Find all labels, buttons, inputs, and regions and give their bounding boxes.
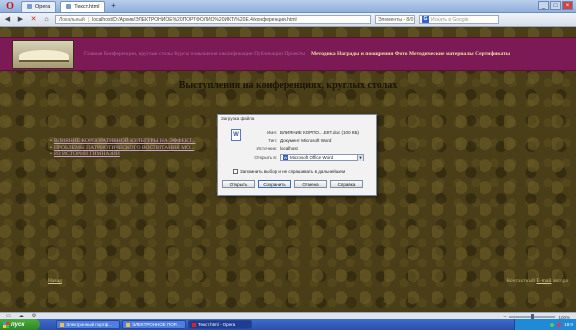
antivirus-icon[interactable] xyxy=(557,322,562,327)
speed-dial-field[interactable]: Элементы - 8/0 xyxy=(375,15,415,24)
open-with-value: Microsoft Office Word xyxy=(290,155,334,160)
nav-links-muted[interactable]: Главная Конференции, круглые столы Курсы… xyxy=(84,51,305,57)
browser-statusbar: ▭ ☁ ⚙ – 100% xyxy=(0,312,576,320)
open-with-selected: W Microsoft Office Word xyxy=(283,155,333,160)
window-controls: _ □ × xyxy=(538,1,573,10)
document-link[interactable]: ВЛИЯНИЕ КОРПОРАТИВНОЙ КУЛЬТУРЫ НА ЭФФЕКТ… xyxy=(50,138,196,145)
browser-titlebar: O Opera Текст.html + _ □ × xyxy=(0,0,576,13)
tab-opera[interactable]: Opera xyxy=(21,0,57,12)
system-tray: 19:0 xyxy=(514,319,576,330)
open-button[interactable]: Открыть xyxy=(222,180,255,188)
search-field[interactable]: G Искать в Google xyxy=(419,15,499,24)
folder-icon xyxy=(60,322,64,327)
dialog-title: Загрузка файла xyxy=(221,116,255,121)
windows-taskbar: пуск Электронный портф... ЭЛЕКТРОННОЕ ПО… xyxy=(0,319,576,330)
file-name-row: Имя: ВЛИЯНИЕ КОРПО....ЕКТ.doc (100 КБ) xyxy=(252,130,359,135)
close-icon[interactable]: × xyxy=(562,1,573,10)
remember-choice-checkbox[interactable] xyxy=(233,169,238,174)
tab-favicon-icon xyxy=(66,4,72,9)
help-button[interactable]: Справка xyxy=(330,180,363,188)
forward-icon[interactable]: ▶ xyxy=(16,15,25,24)
address-url: localhost/D:/Архив/ЭЛЕКТРОНИОЕ%20ПОРТФОЛ… xyxy=(92,16,297,23)
search-placeholder: Искать в Google xyxy=(431,16,469,23)
file-source-row: Источник: localhost xyxy=(252,146,298,151)
cancel-button[interactable]: Отмена xyxy=(294,180,327,188)
taskbar-tasks: Электронный портф... ЭЛЕКТРОННОЕ ПОР... … xyxy=(56,320,252,329)
contact-suffix: автора xyxy=(552,278,568,284)
address-separator: | xyxy=(87,16,90,23)
document-link-list: ВЛИЯНИЕ КОРПОРАТИВНОЙ КУЛЬТУРЫ НА ЭФФЕКТ… xyxy=(50,138,196,158)
site-header: Главная Конференции, круглые столы Курсы… xyxy=(0,37,576,71)
taskbar-task[interactable]: Электронный портф... xyxy=(56,320,120,329)
minimize-icon[interactable]: _ xyxy=(538,1,549,10)
site-logo xyxy=(12,40,74,69)
clock: 19:0 xyxy=(564,322,573,327)
opera-icon xyxy=(192,322,196,327)
contact-line: Контактный E-mail автора xyxy=(507,278,569,284)
stop-icon[interactable]: ✕ xyxy=(29,15,38,24)
email-link[interactable]: E-mail xyxy=(536,278,551,284)
task-label: Текст.html - Opera xyxy=(198,321,236,327)
word-document-icon: W xyxy=(231,129,241,141)
file-source-label: Источник: xyxy=(256,146,277,151)
save-button[interactable]: Сохранить xyxy=(258,180,291,188)
opera-menu-icon[interactable]: O xyxy=(3,1,17,12)
document-link[interactable]: ПРОБЛЕМЫ ПАТРИОТИЧЕСКОГО ВОСПИТАНИЯ МО..… xyxy=(50,145,196,152)
tab-favicon-icon xyxy=(27,4,32,9)
site-nav: Главная Конференции, круглые столы Курсы… xyxy=(84,51,576,57)
home-icon[interactable]: ⌂ xyxy=(42,15,51,24)
maximize-icon[interactable]: □ xyxy=(550,1,561,10)
file-name-label: Имя: xyxy=(266,130,277,135)
chevron-down-icon[interactable]: ▼ xyxy=(357,154,363,161)
back-link[interactable]: Назад xyxy=(48,278,62,284)
windows-logo-icon xyxy=(3,321,9,328)
task-label: ЭЛЕКТРОННОЕ ПОР... xyxy=(132,321,180,327)
file-name-value: ВЛИЯНИЕ КОРПО....ЕКТ.doc (100 КБ) xyxy=(280,130,359,135)
zoom-slider[interactable] xyxy=(509,314,556,320)
start-button[interactable]: пуск xyxy=(0,319,40,330)
dialog-buttons: Открыть Сохранить Отмена Справка xyxy=(222,180,363,188)
network-icon[interactable] xyxy=(550,322,555,327)
nav-links-active[interactable]: Методика Награды и поощрения Фото Методи… xyxy=(311,51,510,57)
start-label: пуск xyxy=(11,321,25,328)
file-type-value: Документ Microsoft Word xyxy=(280,138,332,143)
back-icon[interactable]: ◀ xyxy=(3,15,12,24)
file-source-value: localhost xyxy=(280,146,298,151)
open-with-label: Открыть в: xyxy=(254,155,277,160)
navigation-toolbar: ◀ ▶ ✕ ⌂ Локальный | localhost/D:/Архив/Э… xyxy=(0,13,576,27)
tab-label: Opera xyxy=(35,3,51,10)
book-icon xyxy=(19,50,69,62)
download-dialog: Загрузка файла W Имя: ВЛИЯНИЕ КОРПО....Е… xyxy=(217,114,377,196)
remember-choice-row: Запомнить выбор и не спрашивать в дальне… xyxy=(233,169,345,174)
task-label: Электронный портф... xyxy=(66,321,113,327)
local-badge: Локальный xyxy=(59,16,85,23)
tab-label: Текст.html xyxy=(74,3,100,10)
tab-current-page[interactable]: Текст.html xyxy=(60,0,106,12)
taskbar-task[interactable]: ЭЛЕКТРОННОЕ ПОР... xyxy=(122,320,186,329)
open-with-row: Открыть в: W Microsoft Office Word ▼ xyxy=(252,154,364,161)
page-title: Выступления на конференциях, круглых сто… xyxy=(178,80,398,91)
folder-icon xyxy=(126,322,130,327)
remember-choice-label: Запомнить выбор и не спрашивать в дальне… xyxy=(240,169,346,174)
open-with-select[interactable]: W Microsoft Office Word ▼ xyxy=(280,154,364,161)
new-tab-icon[interactable]: + xyxy=(108,1,118,11)
file-type-row: Тип: Документ Microsoft Word xyxy=(252,138,331,143)
file-type-label: Тип: xyxy=(268,138,277,143)
contact-prefix: Контактный xyxy=(506,278,536,284)
google-icon: G xyxy=(422,16,429,23)
address-bar[interactable]: Локальный | localhost/D:/Архив/ЭЛЕКТРОНИ… xyxy=(55,15,371,24)
document-link[interactable]: ИЗ ИСТОРИИ ГИМНАЗИИ xyxy=(50,151,196,158)
taskbar-task[interactable]: Текст.html - Opera xyxy=(188,320,252,329)
word-app-icon: W xyxy=(283,155,288,160)
